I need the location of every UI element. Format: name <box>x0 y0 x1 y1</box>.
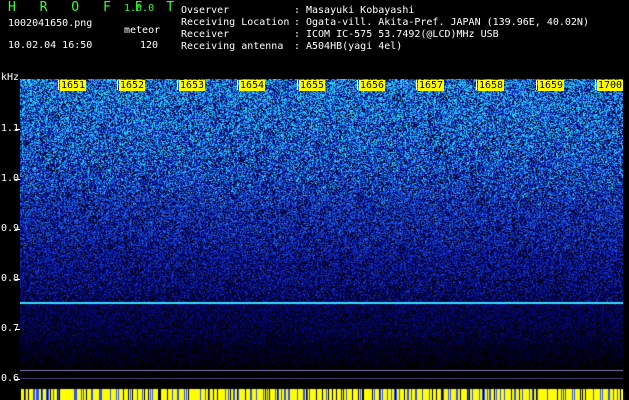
x-tick-label: 1653 <box>179 80 206 91</box>
x-tick-mark <box>297 80 298 90</box>
x-tick-label: 1652 <box>119 80 146 91</box>
x-tick-label: 1654 <box>239 80 266 91</box>
count-value: 120 <box>140 40 159 51</box>
antenna-label: Receiving antenna <box>181 41 284 52</box>
x-tick-label: 1656 <box>359 80 386 91</box>
separator: : <box>294 41 301 52</box>
x-tick-label: 1655 <box>299 80 326 91</box>
location-label: Receiving Location <box>181 17 290 28</box>
x-tick-mark <box>177 80 178 90</box>
filename: 1002041650.png <box>8 18 93 29</box>
y-axis-unit: kHz <box>1 72 20 83</box>
spectrogram-canvas <box>20 79 623 400</box>
x-tick-label: 1657 <box>418 80 445 91</box>
y-tick-mark <box>15 129 20 130</box>
spectrogram-plot <box>20 79 623 400</box>
x-tick-mark <box>416 80 417 90</box>
receiver-value: ICOM IC-575 53.7492(@LCD)MHz USB <box>306 29 499 40</box>
antenna-value: A504HB(yagi 4el) <box>306 41 403 52</box>
observer-label: Ovserver <box>181 5 230 16</box>
x-tick-label: 1700 <box>597 80 624 91</box>
app-version: 1.0.0 <box>124 3 155 14</box>
x-tick-mark <box>58 80 59 90</box>
datetime: 10.02.04 16:50 <box>8 40 93 51</box>
app-title: H R O F F T <box>8 0 183 15</box>
separator: : <box>294 5 301 16</box>
y-tick-mark <box>15 179 20 180</box>
mode-label: meteor <box>124 25 161 36</box>
x-tick-mark <box>237 80 238 90</box>
location-value: Ogata-vill. Akita-Pref. JAPAN (139.96E, … <box>306 17 589 28</box>
y-tick-mark <box>15 279 20 280</box>
separator: : <box>294 29 301 40</box>
receiver-label: Receiver <box>181 29 230 40</box>
x-tick-label: 1659 <box>538 80 565 91</box>
y-tick-mark <box>15 229 20 230</box>
separator: : <box>294 17 301 28</box>
x-tick-mark <box>117 80 118 90</box>
y-tick-mark <box>15 379 20 380</box>
x-tick-mark <box>536 80 537 90</box>
x-tick-label: 1658 <box>478 80 505 91</box>
observer-value: Masayuki Kobayashi <box>306 5 415 16</box>
x-tick-mark <box>357 80 358 90</box>
header-panel: H R O F F T 1.0.0 1002041650.png meteor … <box>0 0 629 78</box>
y-tick-mark <box>15 329 20 330</box>
x-tick-mark <box>595 80 596 90</box>
x-tick-mark <box>476 80 477 90</box>
x-tick-label: 1651 <box>60 80 87 91</box>
